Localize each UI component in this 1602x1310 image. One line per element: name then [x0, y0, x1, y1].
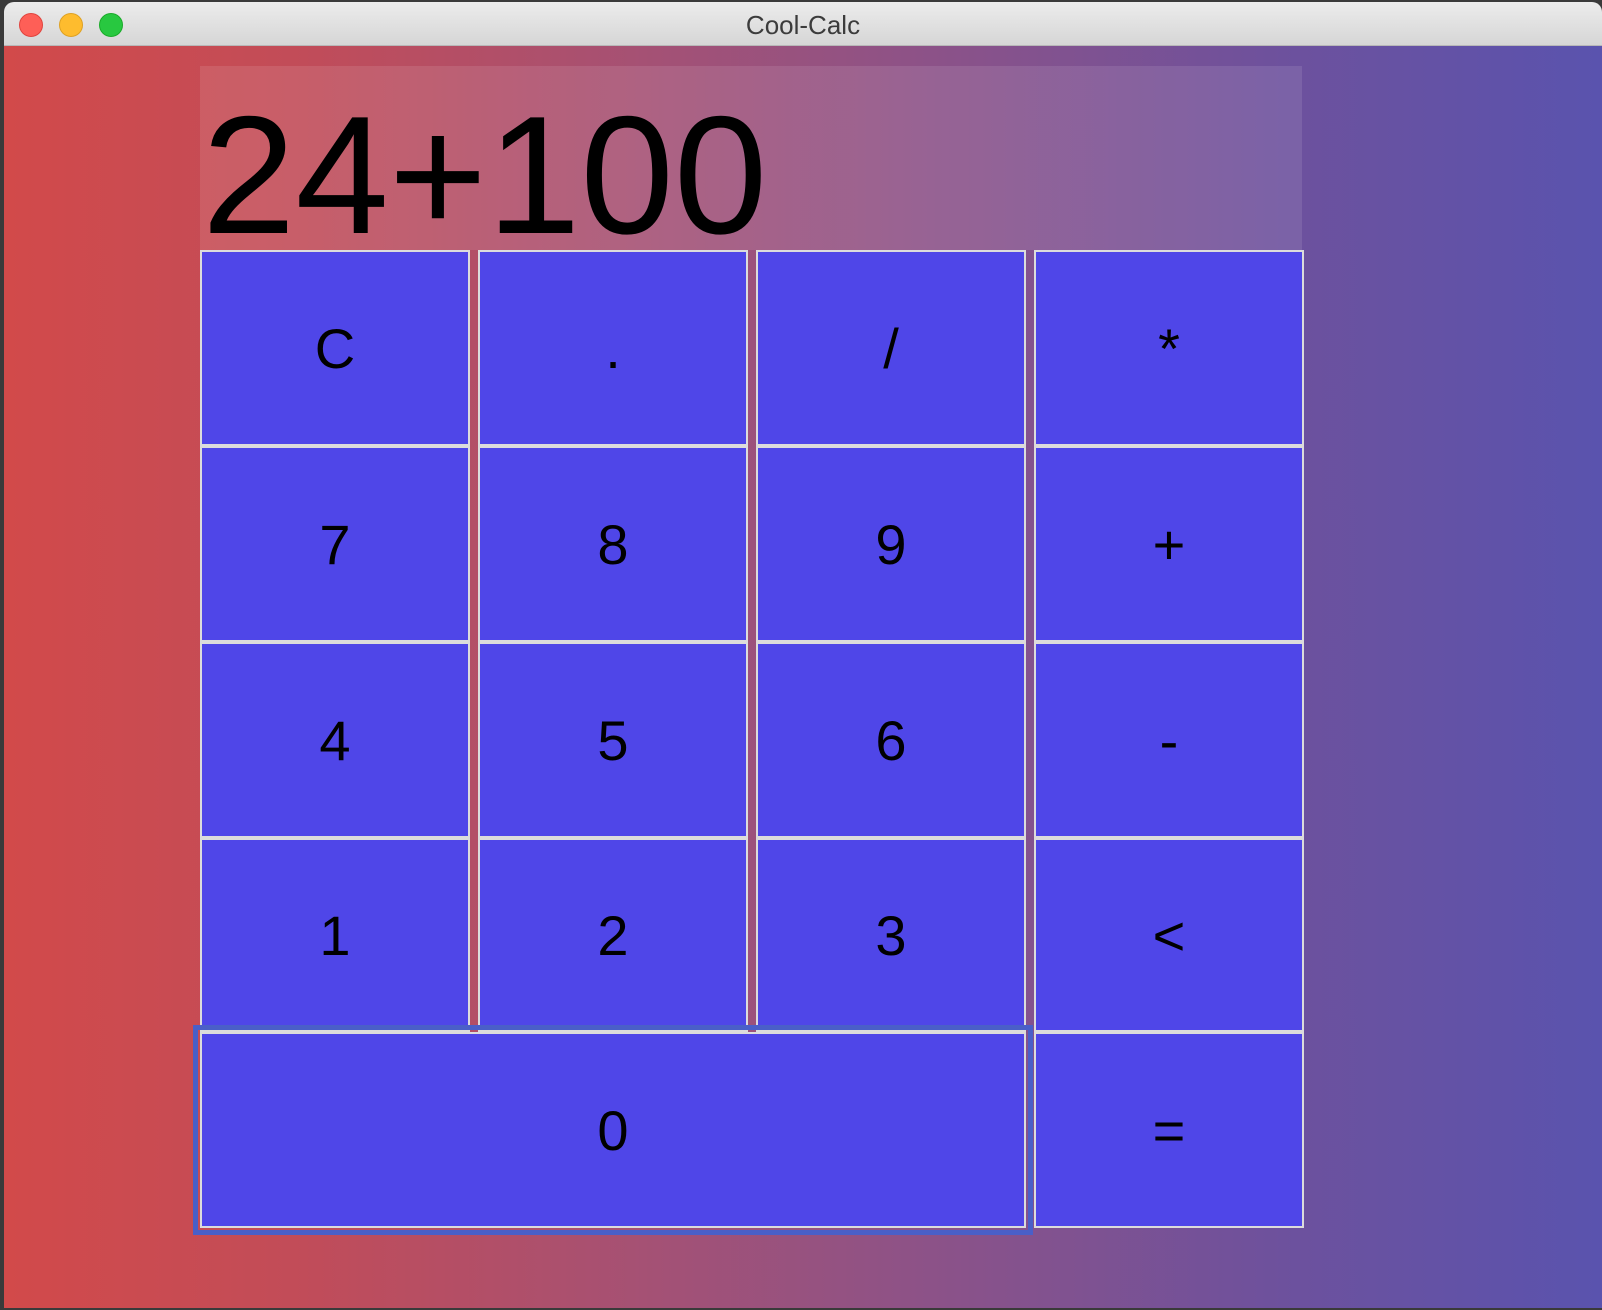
app-window: Cool-Calc 24+100 C . / * 7 8 9 + 4 5 6 -…: [4, 2, 1602, 1308]
eight-button[interactable]: 8: [478, 446, 748, 642]
title-bar: Cool-Calc: [4, 2, 1602, 46]
multiply-button[interactable]: *: [1034, 250, 1304, 446]
decimal-button[interactable]: .: [478, 250, 748, 446]
display-expression: 24+100: [202, 81, 768, 269]
divide-button[interactable]: /: [756, 250, 1026, 446]
calculator-display: 24+100: [200, 66, 1302, 260]
three-button[interactable]: 3: [756, 838, 1026, 1032]
clear-button[interactable]: C: [200, 250, 470, 446]
equals-button[interactable]: =: [1034, 1032, 1304, 1228]
four-button[interactable]: 4: [200, 642, 470, 838]
minus-button[interactable]: -: [1034, 642, 1304, 838]
six-button[interactable]: 6: [756, 642, 1026, 838]
one-button[interactable]: 1: [200, 838, 470, 1032]
zero-button[interactable]: 0: [193, 1025, 1033, 1235]
plus-button[interactable]: +: [1034, 446, 1304, 642]
five-button[interactable]: 5: [478, 642, 748, 838]
window-title: Cool-Calc: [745, 10, 861, 40]
backspace-button[interactable]: <: [1034, 838, 1304, 1032]
seven-button[interactable]: 7: [200, 446, 470, 642]
two-button[interactable]: 2: [478, 838, 748, 1032]
nine-button[interactable]: 9: [756, 446, 1026, 642]
calculator-body: 24+100 C . / * 7 8 9 + 4 5 6 - 1 2 3 < 0…: [4, 46, 1602, 1308]
